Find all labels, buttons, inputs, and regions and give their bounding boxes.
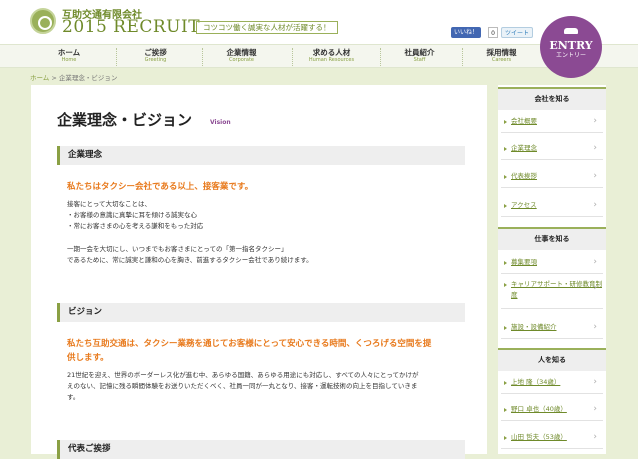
sidebar-item-access[interactable]: アクセス xyxy=(501,194,603,217)
sidebar-item-greeting[interactable]: 代表挨拶 xyxy=(501,165,603,188)
sidebar-item-philosophy[interactable]: 企業理念 xyxy=(501,137,603,160)
section-heading-vision: ビジョン xyxy=(57,303,465,322)
breadcrumb: ホーム > 企業理念・ビジョン xyxy=(30,72,117,82)
lead-line: 私たち互助交通は、タクシー業務を通じてお客様にとって安心できる時間、くつろげる空… xyxy=(67,339,432,349)
text-line: ・お客様の意識に真摯に耳を傾ける誠実な心 xyxy=(67,211,197,219)
sidebar-item-staff-1[interactable]: 上地 隆（34歳） xyxy=(501,371,603,394)
page-title-en: Vision xyxy=(210,119,231,126)
entry-button[interactable]: ENTRY エントリー xyxy=(540,16,602,78)
nav-item-careers[interactable]: 採用情報 Careers xyxy=(462,48,540,66)
page-title: 企業理念・ビジョン xyxy=(57,111,193,129)
nav-item-human-resources[interactable]: 求める人材 Human Resources xyxy=(292,48,370,66)
like-count: 0 xyxy=(488,27,498,38)
nav-item-home[interactable]: ホーム Home xyxy=(30,48,108,66)
sidebar: 会社を知る 会社概要 企業理念 代表挨拶 アクセス 仕事を知る 募集要項 キャリ… xyxy=(498,85,606,454)
breadcrumb-separator: > xyxy=(51,74,57,82)
sidebar-heading-company: 会社を知る xyxy=(498,87,606,110)
text-line: 一期一会を大切にし、いつまでもお客さまにとっての「第一指名タクシー」 xyxy=(67,245,288,253)
text-line: 21世紀を迎え、世界のボーダーレス化が進む中、あらゆる国籍、あらゆる用途にも対応… xyxy=(67,371,419,379)
lead-line: 供します。 xyxy=(67,353,109,363)
sidebar-heading-people: 人を知る xyxy=(498,348,606,371)
nav-sublabel: Staff xyxy=(413,57,426,63)
breadcrumb-home-link[interactable]: ホーム xyxy=(30,74,49,82)
nav-item-staff[interactable]: 社員紹介 Staff xyxy=(380,48,458,66)
text-line: す。 xyxy=(67,393,80,401)
tagline-badge: コツコツ働く誠実な人材が活躍する！ xyxy=(196,21,338,34)
philosophy-paragraph-2: 一期一会を大切にし、いつまでもお客さまにとっての「第一指名タクシー」 であるため… xyxy=(67,244,467,266)
facebook-like-button[interactable]: いいね！ xyxy=(451,27,482,38)
sidebar-item-facilities[interactable]: 施設・設備紹介 xyxy=(501,316,603,339)
section-heading-philosophy: 企業理念 xyxy=(57,146,465,165)
sidebar-item-staff-3[interactable]: 山田 哲夫（53歳） xyxy=(501,426,603,449)
nav-label: 採用情報 xyxy=(486,48,517,57)
entry-label: ENTRY xyxy=(549,39,593,52)
nav-item-greeting[interactable]: ご挨拶 Greeting xyxy=(116,48,194,66)
sidebar-item-career-support[interactable]: キャリアサポート・研修教育制度 xyxy=(501,278,603,309)
philosophy-paragraph-1: 接客にとって大切なことは、 ・お客様の意識に真摯に耳を傾ける誠実な心 ・常にお客… xyxy=(67,199,467,232)
nav-label: ホーム xyxy=(57,48,81,57)
main-content: 企業理念・ビジョン Vision 企業理念 私たちはタクシー会社である以上、接客… xyxy=(31,85,487,459)
taxi-icon xyxy=(564,28,578,34)
nav-label: 社員紹介 xyxy=(404,48,435,57)
section-heading-greeting: 代表ご挨拶 xyxy=(57,440,465,459)
text-line: であるために、常に誠実と謙和の心を胸き、前進するタクシー会社であり続けます。 xyxy=(67,256,313,264)
nav-label: 企業情報 xyxy=(226,48,257,57)
sidebar-item-staff-2[interactable]: 野口 卓也（40歳） xyxy=(501,398,603,421)
company-logo-icon[interactable] xyxy=(30,8,56,34)
recruit-title[interactable]: 2015 RECRUIT xyxy=(62,17,200,37)
sidebar-heading-work: 仕事を知る xyxy=(498,227,606,250)
nav-item-corporate[interactable]: 企業情報 Corporate xyxy=(202,48,280,66)
nav-label: ご挨拶 xyxy=(144,48,167,57)
tweet-button[interactable]: ツイート xyxy=(501,27,534,38)
breadcrumb-current: 企業理念・ビジョン xyxy=(58,74,118,82)
nav-sublabel: Human Resources xyxy=(308,57,355,63)
nav-sublabel: Careers xyxy=(491,57,512,63)
text-line: ・常にお客さまの心を考える謙和をもった対応 xyxy=(67,222,204,230)
nav-sublabel: Greeting xyxy=(144,57,167,63)
text-line: 接客にとって大切なことは、 xyxy=(67,200,151,208)
nav-label: 求める人材 xyxy=(312,48,351,57)
nav-sublabel: Corporate xyxy=(229,57,254,63)
nav-sublabel: Home xyxy=(61,57,77,63)
vision-lead: 私たち互助交通は、タクシー業務を通じてお客様にとって安心できる時間、くつろげる空… xyxy=(67,337,467,365)
vision-paragraph: 21世紀を迎え、世界のボーダーレス化が進む中、あらゆる国籍、あらゆる用途にも対応… xyxy=(67,370,467,403)
entry-sublabel: エントリー xyxy=(555,52,586,59)
text-line: えのない、記憶に残る瞬間体験をお送りいただくべく、社員一同が一丸となり、接客・運… xyxy=(67,382,418,390)
sidebar-item-company-overview[interactable]: 会社概要 xyxy=(501,110,603,133)
philosophy-lead: 私たちはタクシー会社である以上、接客業です。 xyxy=(67,182,254,192)
sidebar-item-requirements[interactable]: 募集要項 xyxy=(501,251,603,274)
